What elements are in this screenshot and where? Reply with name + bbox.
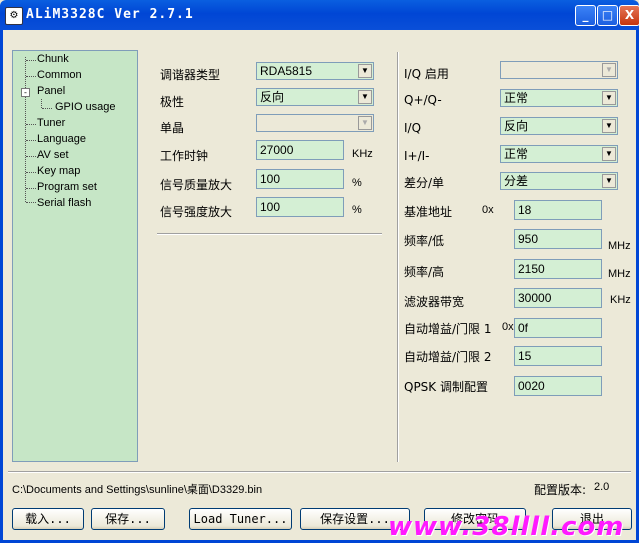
freq-high-unit: MHz — [608, 268, 631, 280]
qpm-select[interactable]: 正常 ▼ — [500, 89, 618, 107]
maximize-button[interactable]: □ — [597, 5, 618, 26]
base-addr-prefix: 0x — [482, 204, 494, 216]
title-bar[interactable]: ⚙ ALiM3328C Ver 2.7.1 _ □ X — [0, 0, 639, 30]
base-addr-label: 基准地址 — [404, 205, 453, 219]
bandwidth-unit: KHz — [610, 294, 631, 306]
clock-label: 工作时钟 — [160, 149, 209, 163]
freq-low-unit: MHz — [608, 240, 631, 252]
ipm-select[interactable]: 正常 ▼ — [500, 145, 618, 163]
quality-unit: % — [352, 177, 362, 189]
tree-item-panel[interactable]: Panel — [37, 85, 65, 97]
crystal-label: 单晶 — [160, 121, 185, 135]
freq-high-label: 频率/高 — [404, 265, 445, 279]
diff-value: 分差 — [504, 174, 529, 188]
divider — [157, 233, 382, 235]
diff-select[interactable]: 分差 ▼ — [500, 172, 618, 190]
polarity-label: 极性 — [160, 95, 185, 109]
file-path: C:\Documents and Settings\sunline\桌面\D33… — [12, 484, 263, 496]
freq-low-label: 频率/低 — [404, 234, 445, 248]
dropdown-arrow-icon[interactable]: ▼ — [358, 90, 372, 104]
version-label: 配置版本: — [534, 483, 587, 497]
tuner-type-value: RDA5815 — [260, 64, 313, 78]
load-tuner-button[interactable]: Load Tuner... — [189, 508, 292, 530]
tree-item-av-set[interactable]: AV set — [37, 149, 69, 161]
qpm-value: 正常 — [504, 91, 529, 105]
clock-unit: KHz — [352, 148, 373, 160]
strength-unit: % — [352, 204, 362, 216]
agc1-input[interactable]: 0f — [514, 318, 602, 338]
tuner-type-select[interactable]: RDA5815 ▼ — [256, 62, 374, 80]
agc2-input[interactable]: 15 — [514, 346, 602, 366]
agc1-prefix: 0x — [502, 321, 514, 333]
qpm-label: Q+/Q- — [404, 93, 442, 107]
freq-low-input[interactable]: 950 — [514, 229, 602, 249]
polarity-select[interactable]: 反向 ▼ — [256, 88, 374, 106]
dropdown-arrow-icon: ▼ — [602, 63, 616, 77]
dropdown-arrow-icon[interactable]: ▼ — [602, 91, 616, 105]
dropdown-arrow-icon[interactable]: ▼ — [602, 174, 616, 188]
diff-label: 差分/单 — [404, 176, 445, 190]
iq-label: I/Q — [404, 121, 422, 135]
agc2-label: 自动增益/门限 2 — [404, 350, 492, 364]
tree-item-language[interactable]: Language — [37, 133, 86, 145]
strength-label: 信号强度放大 — [160, 205, 233, 219]
save-button[interactable]: 保存... — [91, 508, 165, 530]
tree-item-tuner[interactable]: Tuner — [37, 117, 65, 129]
iq-enable-label: I/Q 启用 — [404, 67, 449, 81]
tree-item-program-set[interactable]: Program set — [37, 181, 97, 193]
qpsk-label: QPSK 调制配置 — [404, 380, 488, 394]
bandwidth-input[interactable]: 30000 — [514, 288, 602, 308]
dropdown-arrow-icon[interactable]: ▼ — [602, 147, 616, 161]
quality-input[interactable]: 100 — [256, 169, 344, 189]
polarity-value: 反向 — [260, 90, 285, 104]
tree-item-serial-flash[interactable]: Serial flash — [37, 197, 91, 209]
tree-item-chunk[interactable]: Chunk — [37, 53, 69, 65]
iq-enable-select: ▼ — [500, 61, 618, 79]
clock-input[interactable]: 27000 — [256, 140, 344, 160]
quality-label: 信号质量放大 — [160, 178, 233, 192]
strength-input[interactable]: 100 — [256, 197, 344, 217]
close-button[interactable]: X — [619, 5, 639, 26]
app-icon: ⚙ — [5, 7, 23, 25]
iq-select[interactable]: 反向 ▼ — [500, 117, 618, 135]
watermark-text: www.38llll.com — [388, 512, 625, 542]
window-title: ALiM3328C Ver 2.7.1 — [26, 7, 194, 22]
qpsk-input[interactable]: 0020 — [514, 376, 602, 396]
load-button[interactable]: 载入... — [12, 508, 84, 530]
ipm-label: I+/I- — [404, 149, 430, 163]
divider — [397, 52, 399, 462]
tree-item-key-map[interactable]: Key map — [37, 165, 80, 177]
version-value: 2.0 — [594, 481, 610, 493]
tree-item-gpio-usage[interactable]: GPIO usage — [55, 101, 116, 113]
tree-item-common[interactable]: Common — [37, 69, 82, 81]
minimize-button[interactable]: _ — [575, 5, 596, 26]
dropdown-arrow-icon[interactable]: ▼ — [358, 64, 372, 78]
collapse-icon[interactable]: - — [21, 88, 30, 97]
dropdown-arrow-icon[interactable]: ▼ — [602, 119, 616, 133]
base-addr-input[interactable]: 18 — [514, 200, 602, 220]
divider — [8, 471, 631, 473]
dropdown-arrow-icon: ▼ — [358, 116, 372, 130]
tuner-type-label: 调谐器类型 — [160, 68, 221, 82]
agc1-label: 自动增益/门限 1 — [404, 322, 492, 336]
bandwidth-label: 滤波器带宽 — [404, 295, 465, 309]
settings-tree[interactable]: Chunk Common - Panel GPIO usage Tuner La… — [12, 50, 138, 462]
freq-high-input[interactable]: 2150 — [514, 259, 602, 279]
iq-value: 反向 — [504, 119, 529, 133]
crystal-select: ▼ — [256, 114, 374, 132]
ipm-value: 正常 — [504, 147, 529, 161]
